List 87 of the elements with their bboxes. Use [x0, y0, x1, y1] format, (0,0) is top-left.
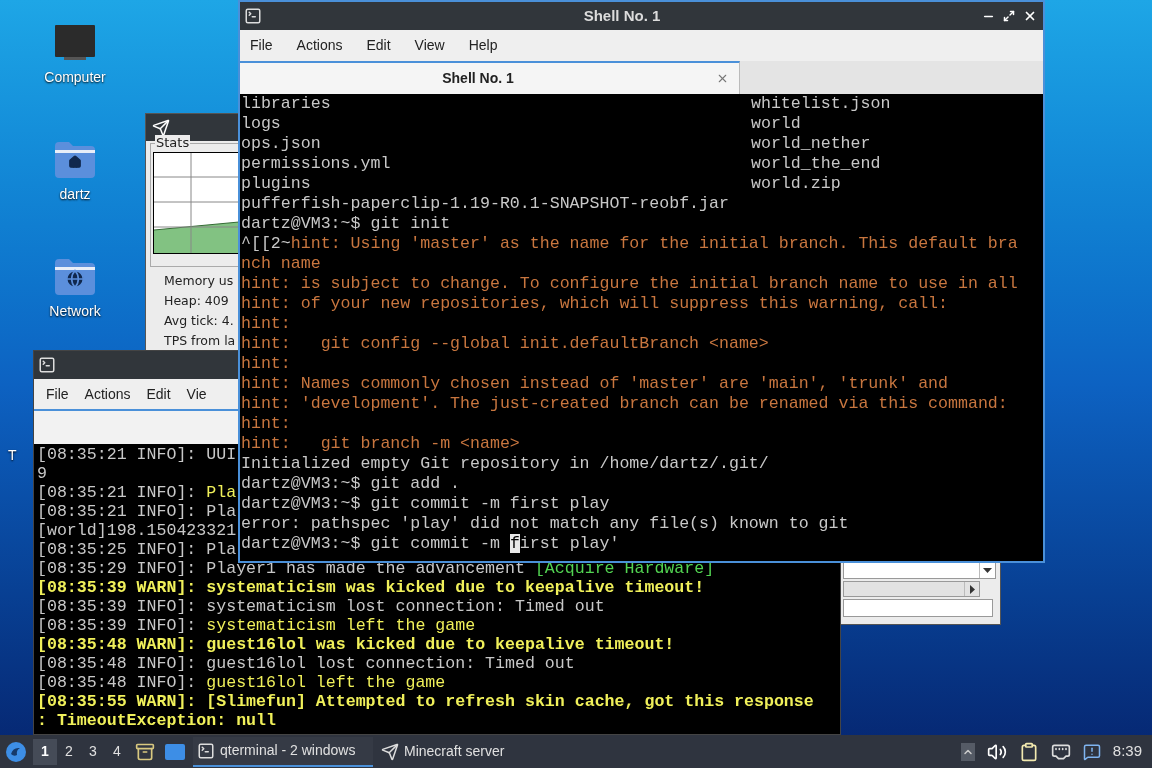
file-name: plugins: [241, 174, 311, 194]
maximize-icon[interactable]: [1003, 10, 1015, 22]
home-folder-icon[interactable]: [55, 142, 95, 178]
file-name: world_nether: [751, 134, 871, 154]
start-menu-icon[interactable]: [5, 740, 27, 763]
icon-label[interactable]: T: [8, 445, 17, 466]
terminal-line: hint: of your new repositories, which will suppress this warning, call:: [241, 294, 948, 314]
terminal-icon: [38, 356, 56, 374]
terminal-line: ^[[2~hint: Using 'master' as the name for the initial branch. This default bra: [241, 234, 1018, 254]
stat-readout: Heap: 409: [164, 292, 229, 310]
log-line: [08:35:39 WARN]: systematicism was kicked due to keepalive timeout!: [37, 578, 705, 597]
window-title: Shell No. 1: [582, 5, 662, 26]
volume-icon[interactable]: [986, 741, 1007, 762]
workspace-button[interactable]: 2: [57, 738, 81, 765]
menu-item[interactable]: Actions: [295, 35, 344, 56]
terminal-line: hint: git branch -m <name>: [241, 434, 520, 454]
stat-readout: Avg tick: 4.: [164, 312, 234, 330]
log-line: 9: [37, 464, 47, 483]
workspace-button[interactable]: 1: [33, 738, 57, 765]
tab-close-icon[interactable]: [716, 72, 729, 85]
menu-item[interactable]: View: [413, 35, 446, 56]
horizontal-scrollbar[interactable]: [843, 581, 980, 597]
tray-expand-icon[interactable]: [960, 742, 975, 761]
menu-item[interactable]: Vie: [185, 383, 208, 405]
terminal-line: hint:: [241, 354, 291, 374]
log-line: [08:35:39 INFO]: systematicism lost connection: Timed out: [37, 597, 605, 616]
file-name: libraries: [241, 94, 331, 114]
log-line: : TimeoutException: null: [37, 711, 276, 730]
terminal-line: hint: Names commonly chosen instead of 'master' are 'main', 'trunk' and: [241, 374, 948, 394]
log-line: [08:35:21 INFO]: Pla: [37, 502, 237, 521]
task-button[interactable]: Minecraft server: [377, 736, 527, 767]
terminal-line: dartz@VM3:~$ git init: [241, 214, 451, 234]
terminal-line: dartz@VM3:~$ git commit -m first play': [241, 534, 620, 554]
monitor-icon[interactable]: [55, 25, 95, 61]
menu-item[interactable]: Edit: [365, 35, 392, 56]
terminal-icon: [197, 741, 215, 760]
menu-item[interactable]: Actions: [83, 383, 132, 405]
terminal-line: hint:: [241, 314, 291, 334]
show-desktop-icon[interactable]: [165, 743, 185, 760]
paper-plane-icon: [152, 118, 170, 137]
menu-item[interactable]: Help: [467, 35, 499, 56]
stat-readout: Memory us: [164, 272, 234, 290]
terminal-line: pufferfish-paperclip-1.19-R0.1-SNAPSHOT-reobf.jar: [241, 194, 729, 214]
stat-readout: TPS from la: [164, 332, 236, 350]
log-line: [08:35:48 WARN]: guest16lol was kicked due to keepalive timeout!: [37, 635, 675, 654]
file-cabinet-icon[interactable]: [135, 741, 155, 762]
input-field[interactable]: [843, 599, 993, 617]
log-line: [08:35:39 INFO]: systematicism left the game: [37, 616, 476, 635]
log-line: [08:35:21 INFO]: UUI: [37, 445, 237, 464]
tab[interactable]: Shell No. 1: [240, 61, 740, 94]
log-line: [08:35:55 WARN]: [Slimefun] Attempted to refresh skin cache, got this response: [37, 692, 814, 711]
file-name: ops.json: [241, 134, 321, 154]
terminal-line: hint: git config --global init.defaultBranch <name>: [241, 334, 769, 354]
file-name: whitelist.json: [751, 94, 891, 114]
log-line: [08:35:29 INFO]: Player1 has made the advancement [Acquire Hardware]: [37, 559, 715, 578]
terminal-icon: [244, 7, 262, 25]
file-name: world: [751, 114, 801, 134]
menu-item[interactable]: Edit: [145, 383, 172, 405]
close-icon[interactable]: [1023, 9, 1037, 23]
network-folder-icon[interactable]: [55, 259, 95, 295]
terminal-line: dartz@VM3:~$ git add .: [241, 474, 461, 494]
icon-label[interactable]: dartz: [59, 184, 91, 205]
log-line: [08:35:25 INFO]: Pla: [37, 540, 237, 559]
terminal-line: hint: 'development'. The just-created branch can be renamed via this command:: [241, 394, 1008, 414]
paper-plane-icon: [381, 742, 399, 761]
file-name: world.zip: [751, 174, 841, 194]
terminal-line: hint: is subject to change. To configure the initial branch name to use in all: [241, 274, 1018, 294]
file-name: permissions.yml: [241, 154, 391, 174]
menu-item[interactable]: File: [45, 383, 70, 405]
terminal-line: error: pathspec 'play' did not match any file(s) known to git: [241, 514, 849, 534]
file-name: logs: [241, 114, 281, 134]
icon-label[interactable]: Network: [49, 301, 101, 322]
terminal-line: nch name: [241, 254, 321, 274]
log-line: [08:35:21 INFO]: Pla: [37, 483, 237, 502]
notification-icon[interactable]: [1082, 742, 1101, 761]
clock: 8:39: [1112, 741, 1142, 762]
terminal-line: Initialized empty Git repository in /home/dartz/.git/: [241, 454, 769, 474]
terminal-line: hint:: [241, 414, 291, 434]
log-line: [08:35:48 INFO]: guest16lol lost connection: Timed out: [37, 654, 575, 673]
workspace-button[interactable]: 4: [105, 738, 129, 765]
file-name: world_the_end: [751, 154, 881, 174]
workspace-button[interactable]: 3: [81, 738, 105, 765]
terminal-line: dartz@VM3:~$ git commit -m first play: [241, 494, 610, 514]
task-button[interactable]: qterminal - 2 windows: [193, 736, 373, 767]
log-line: [world]198.150423321: [37, 521, 237, 540]
menu-item[interactable]: File: [249, 35, 274, 56]
log-line: [08:35:48 INFO]: guest16lol left the game: [37, 673, 446, 692]
